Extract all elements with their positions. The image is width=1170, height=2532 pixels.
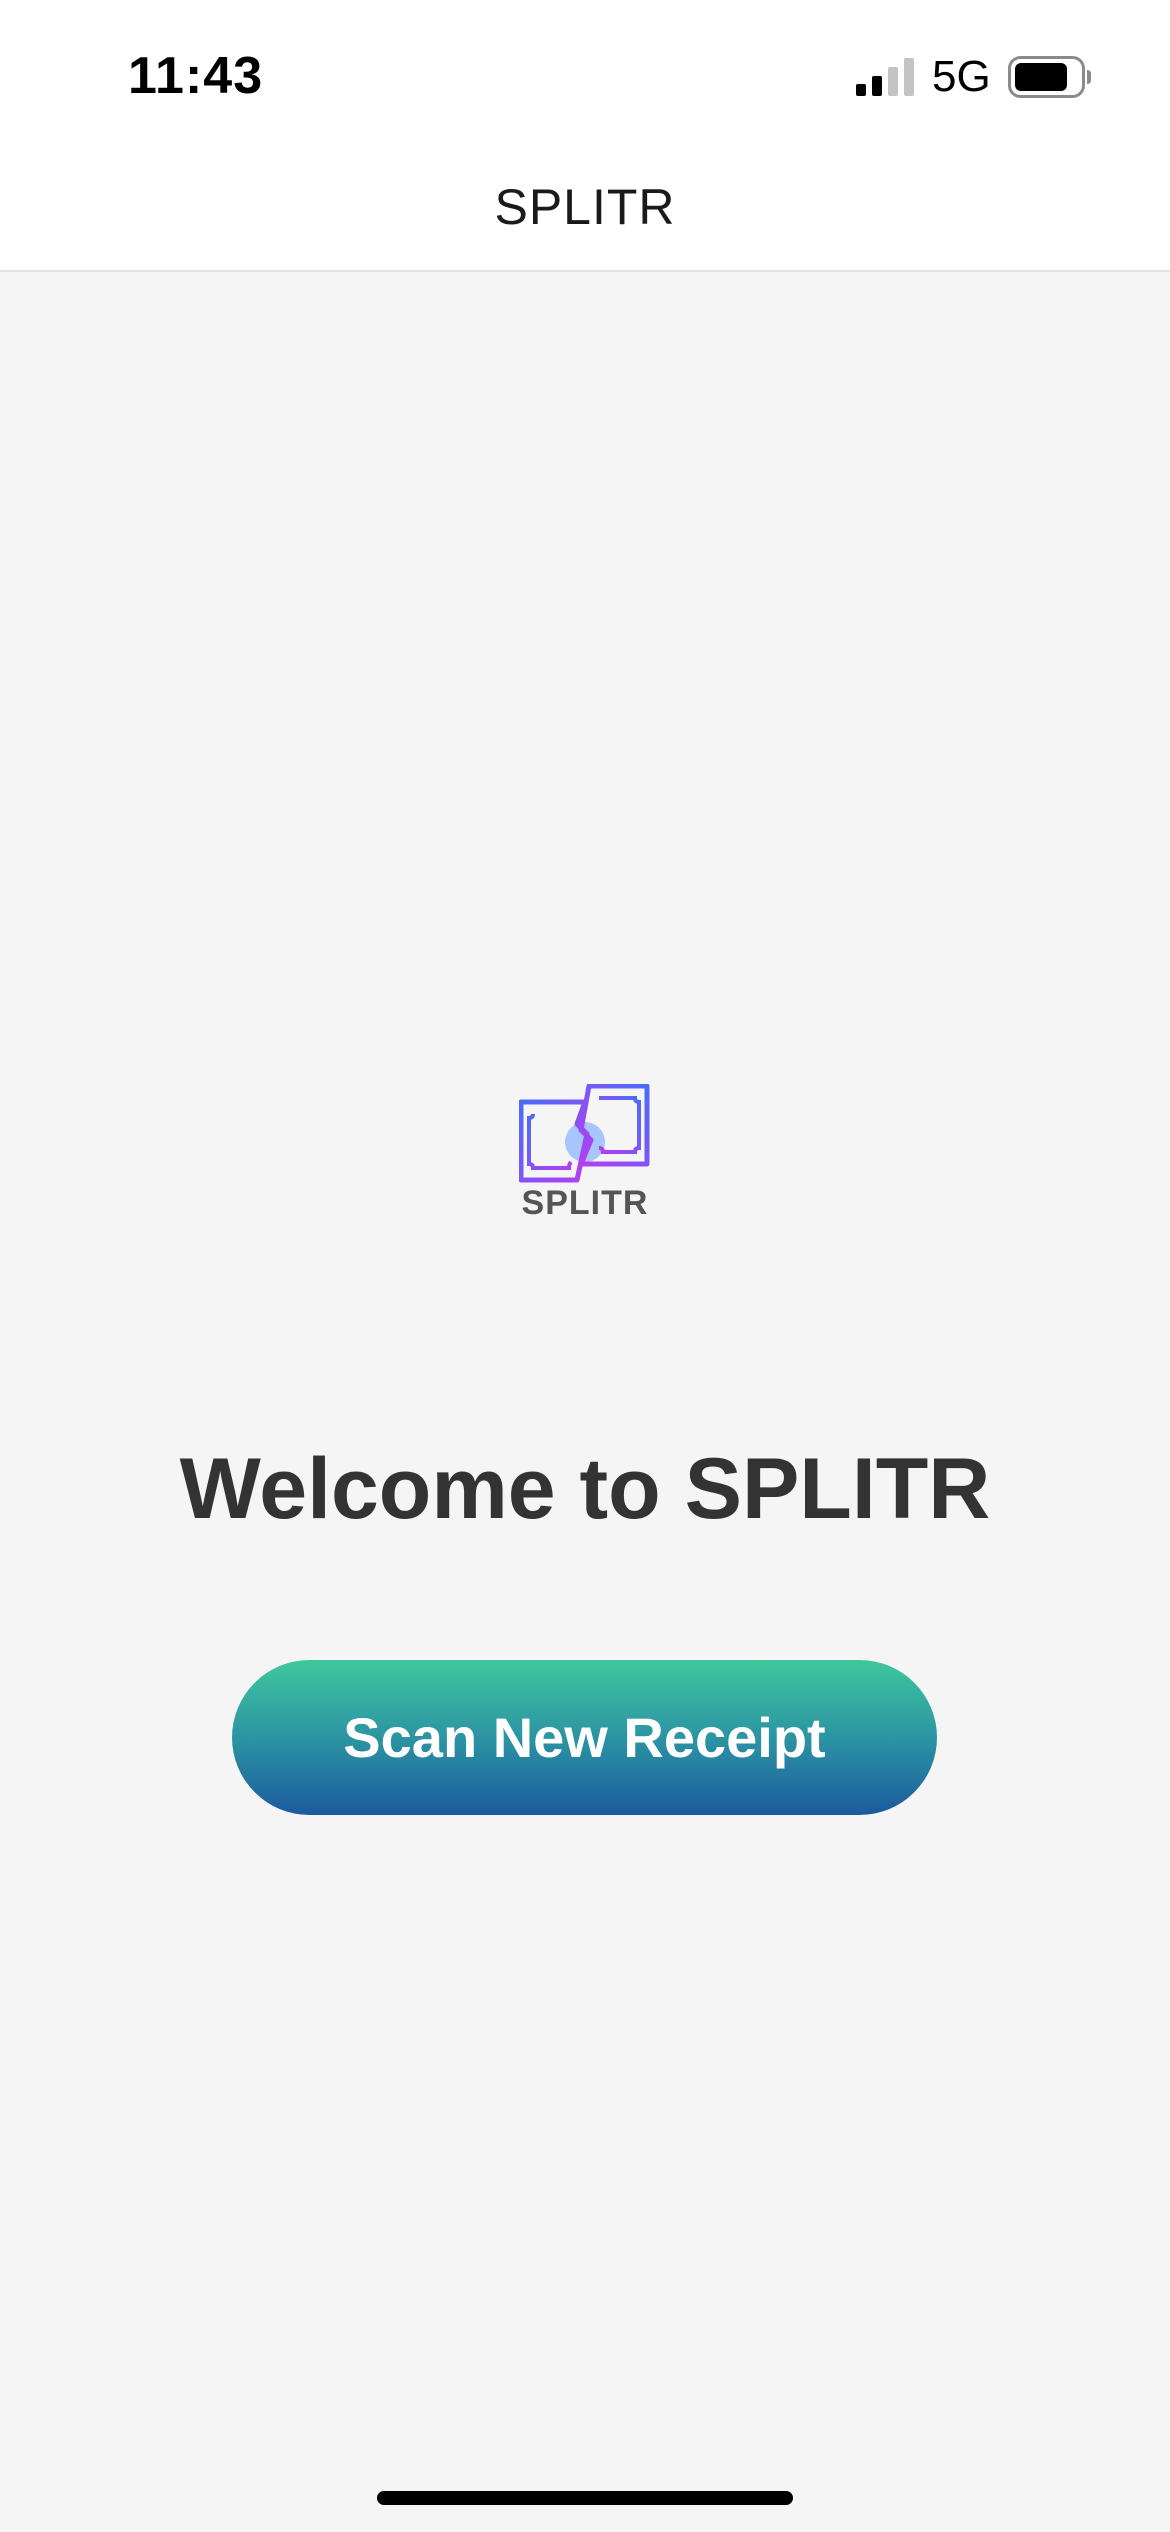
app-logo: SPLITR bbox=[515, 1080, 655, 1230]
home-indicator[interactable] bbox=[377, 2491, 793, 2505]
network-type: 5G bbox=[932, 52, 991, 101]
split-receipt-logo-icon bbox=[519, 1084, 650, 1183]
welcome-title: Welcome to SPLITR bbox=[179, 1441, 991, 1537]
navigation-bar: SPLITR bbox=[0, 140, 1170, 272]
nav-title: SPLITR bbox=[494, 179, 676, 235]
scan-new-receipt-button[interactable]: Scan New Receipt bbox=[232, 1660, 937, 1815]
app-screen: 11:43 5G SPLITR SPLITR Welcome to SPLITR… bbox=[0, 0, 1170, 2532]
status-bar: 11:43 5G bbox=[0, 0, 1170, 140]
logo-text: SPLITR bbox=[521, 1184, 649, 1222]
battery-icon bbox=[1008, 56, 1091, 98]
status-time: 11:43 bbox=[128, 47, 264, 105]
cellular-signal-icon bbox=[856, 58, 914, 96]
